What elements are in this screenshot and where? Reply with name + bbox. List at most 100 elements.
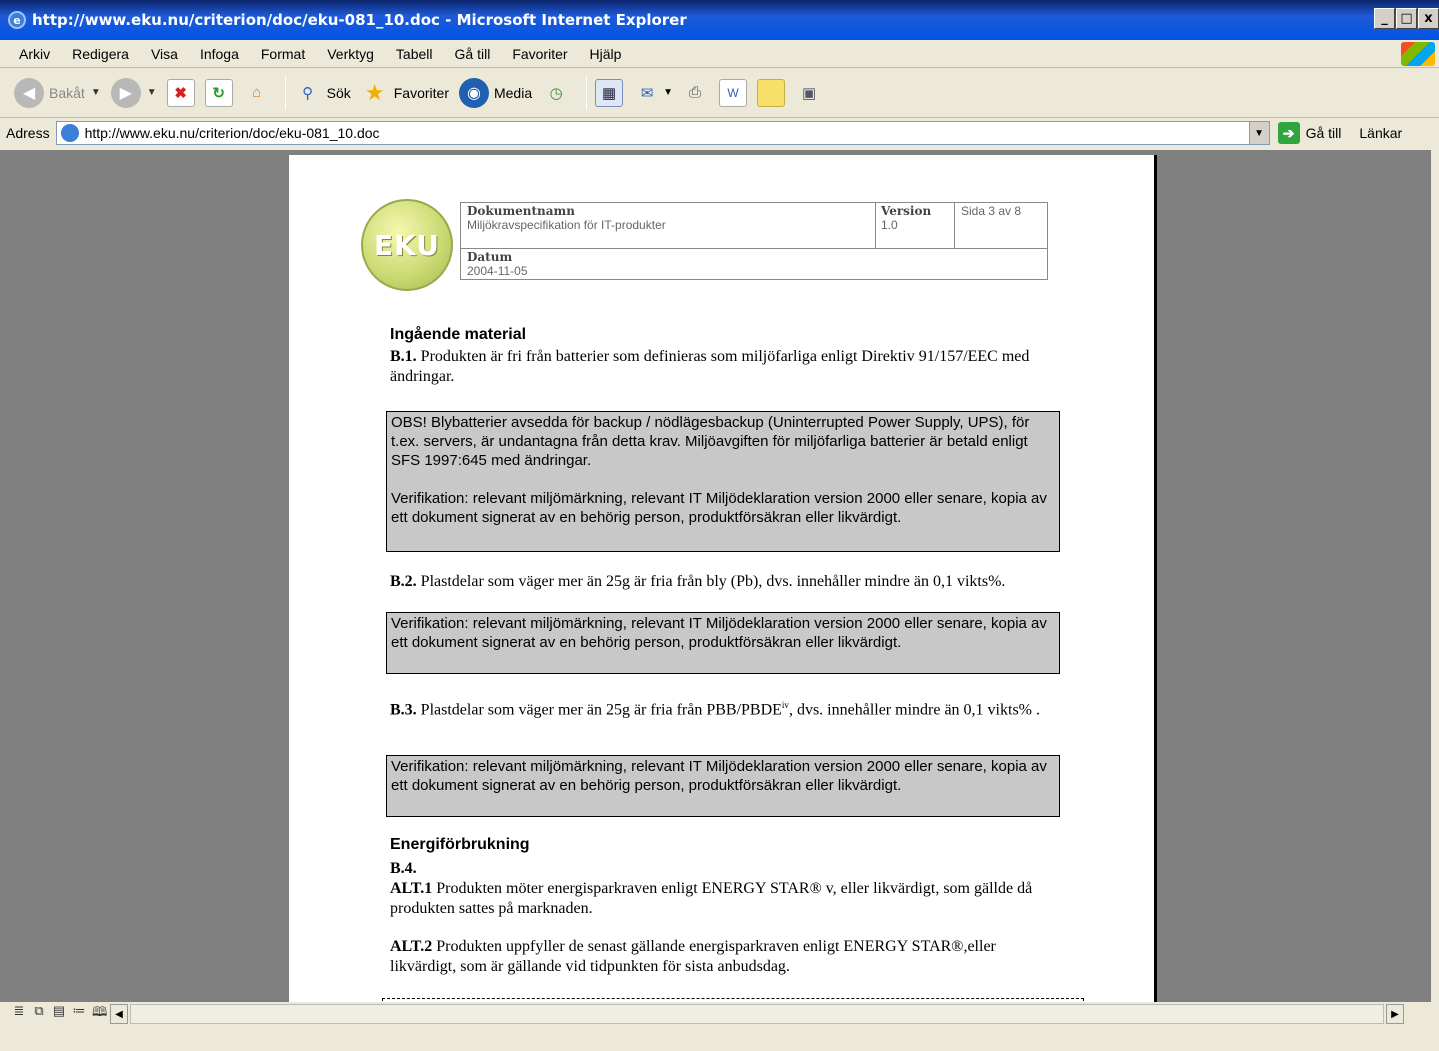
mail-dropdown-icon[interactable]: ▼: [663, 87, 673, 98]
window-controls: _ □ x: [1374, 8, 1439, 29]
reading-view-icon[interactable]: 🕮: [92, 1003, 107, 1025]
note-text: OBS! Blybatterier avsedda för backup / n…: [391, 414, 1030, 469]
document-viewport[interactable]: EKU Dokumentnamn Miljökravspecifikation …: [0, 150, 1439, 1002]
title-bar: e http://www.eku.nu/criterion/doc/eku-08…: [0, 0, 1439, 40]
menu-visa[interactable]: Visa: [140, 46, 189, 62]
close-button[interactable]: x: [1418, 8, 1439, 29]
media-icon: ◉: [458, 77, 489, 108]
note-box: OBS! Blybatterier avsedda för backup / n…: [386, 411, 1060, 552]
section-heading-energy: Energiförbrukning: [390, 836, 530, 853]
address-dropdown-icon[interactable]: ▼: [1248, 122, 1269, 144]
menu-infoga[interactable]: Infoga: [189, 46, 250, 62]
go-label: Gå till: [1305, 125, 1342, 141]
print-icon[interactable]: ⎙: [681, 79, 709, 107]
horizontal-scrollbar: ≣ ⧉ ▤ ≔ 🕮 ◀ ▶: [0, 1002, 1439, 1026]
back-arrow-icon: ◀: [14, 77, 44, 108]
view-mode-icons: ≣ ⧉ ▤ ≔ 🕮: [12, 1003, 108, 1025]
back-button[interactable]: ◀ Bakåt ▼: [14, 77, 101, 108]
document-name-value: Miljökravspecifikation för IT-produkter: [467, 218, 666, 232]
document-body: B.2. Plastdelar som väger mer än 25g är …: [390, 572, 1060, 610]
document-body: Energiförbrukning B.4. ALT.1 Produkten m…: [390, 835, 1060, 995]
forward-button[interactable]: ▶ ▼: [110, 77, 157, 108]
toolbar-separator: [586, 75, 588, 110]
research-icon[interactable]: ▦: [595, 78, 624, 107]
address-url: http://www.eku.nu/criterion/doc/eku-081_…: [84, 125, 380, 141]
menu-verktyg[interactable]: Verktyg: [316, 46, 385, 62]
requirement-text: Produkten är fri från batterier som defi…: [390, 348, 1030, 385]
stop-icon[interactable]: ✖: [166, 78, 195, 107]
web-view-icon[interactable]: ⧉: [32, 1003, 46, 1025]
research-tool-icon[interactable]: ▣: [795, 79, 823, 107]
favorites-button[interactable]: ★ Favoriter: [361, 79, 449, 107]
forward-arrow-icon: ▶: [110, 77, 141, 108]
mail-icon[interactable]: ✉: [633, 79, 661, 107]
alt-label: ALT.1: [390, 880, 433, 897]
links-button[interactable]: Länkar: [1359, 125, 1402, 141]
back-label: Bakåt: [49, 84, 85, 101]
note-box: Verifikation: relevant miljömärkning, re…: [386, 755, 1060, 817]
search-icon: ⚲: [302, 84, 314, 102]
toolbar-separator: [284, 75, 286, 110]
menu-redigera[interactable]: Redigera: [61, 46, 140, 62]
requirement-number: B.2.: [390, 573, 417, 590]
requirement-number: B.4.: [390, 860, 417, 877]
footnote-ref: iv: [781, 700, 789, 710]
vertical-scrollbar[interactable]: [1431, 150, 1439, 1002]
menu-format[interactable]: Format: [250, 46, 316, 62]
search-button[interactable]: ⚲ Sök: [294, 79, 351, 107]
menu-ga-till[interactable]: Gå till: [444, 46, 502, 62]
windows-logo-icon: [1401, 42, 1435, 66]
messenger-icon[interactable]: [757, 78, 786, 107]
forward-dropdown-icon[interactable]: ▼: [147, 87, 157, 98]
history-icon[interactable]: ◷: [542, 79, 570, 107]
requirement-text: Plastdelar som väger mer än 25g är fria …: [416, 701, 782, 719]
requirement-text: Plastdelar som väger mer än 25g är fria …: [416, 573, 1006, 590]
date-value: 2004-11-05: [467, 264, 528, 278]
back-dropdown-icon[interactable]: ▼: [91, 87, 101, 98]
requirement-alt2: ALT.2 Produkten uppfyller de senast gäll…: [390, 937, 1060, 977]
media-button[interactable]: ◉ Media: [458, 77, 532, 108]
ie-icon: e: [8, 11, 26, 29]
standard-toolbar: ◀ Bakåt ▼ ▶ ▼ ✖ ↻ ⌂ ⚲ Sök ★ Favoriter ◉ …: [0, 68, 1439, 118]
scroll-right-icon[interactable]: ▶: [1386, 1004, 1404, 1024]
document-body: Ingående material B.1. Produkten är fri …: [390, 325, 1060, 405]
requirement-b1: B.1. Produkten är fri från batterier som…: [390, 347, 1060, 387]
date-label: Datum: [467, 250, 513, 264]
star-icon: ★: [364, 79, 385, 105]
search-label: Sök: [326, 84, 351, 101]
minimize-button[interactable]: _: [1374, 8, 1395, 29]
go-button[interactable]: ➔ Gå till: [1277, 122, 1342, 144]
alt-text: Produkten uppfyller de senast gällande e…: [390, 938, 996, 975]
alt-text: Produkten möter energisparkraven enligt …: [390, 880, 1033, 917]
version-label: Version: [881, 204, 932, 218]
menu-arkiv[interactable]: Arkiv: [8, 46, 61, 62]
scroll-track[interactable]: [130, 1004, 1384, 1024]
verification-text: Verifikation: relevant miljömärkning, re…: [391, 615, 1047, 651]
verification-text: Verifikation: relevant miljömärkning, re…: [391, 490, 1047, 526]
home-icon[interactable]: ⌂: [243, 79, 271, 107]
scroll-left-icon[interactable]: ◀: [110, 1004, 128, 1024]
edit-icon[interactable]: W: [719, 78, 748, 107]
divider: [461, 248, 1047, 249]
menu-favoriter[interactable]: Favoriter: [501, 46, 578, 62]
requirement-b3: B.3. Plastdelar som väger mer än 25g är …: [390, 695, 1060, 720]
requirement-number: B.1.: [390, 348, 417, 365]
requirement-alt1: ALT.1 Produkten möter energisparkraven e…: [390, 879, 1060, 919]
note-box: Verifikation: relevant miljömärkning, re…: [386, 612, 1060, 674]
alt-label: ALT.2: [390, 938, 433, 955]
maximize-button[interactable]: □: [1396, 8, 1417, 29]
outline-view-icon[interactable]: ≔: [72, 1003, 86, 1025]
normal-view-icon[interactable]: ≣: [12, 1003, 26, 1025]
menu-bar: Arkiv Redigera Visa Infoga Format Verkty…: [0, 40, 1439, 68]
refresh-icon[interactable]: ↻: [204, 78, 233, 107]
address-label: Adress: [6, 125, 50, 141]
print-view-icon[interactable]: ▤: [52, 1003, 66, 1025]
requirement-b2: B.2. Plastdelar som väger mer än 25g är …: [390, 572, 1060, 592]
menu-tabell[interactable]: Tabell: [385, 46, 444, 62]
address-input[interactable]: http://www.eku.nu/criterion/doc/eku-081_…: [55, 121, 1270, 145]
address-bar: Adress http://www.eku.nu/criterion/doc/e…: [0, 118, 1439, 148]
page-number: Sida 3 av 8: [961, 204, 1022, 218]
window-title: http://www.eku.nu/criterion/doc/eku-081_…: [32, 11, 687, 29]
menu-hjalp[interactable]: Hjälp: [579, 46, 633, 62]
go-arrow-icon: ➔: [1277, 122, 1300, 144]
